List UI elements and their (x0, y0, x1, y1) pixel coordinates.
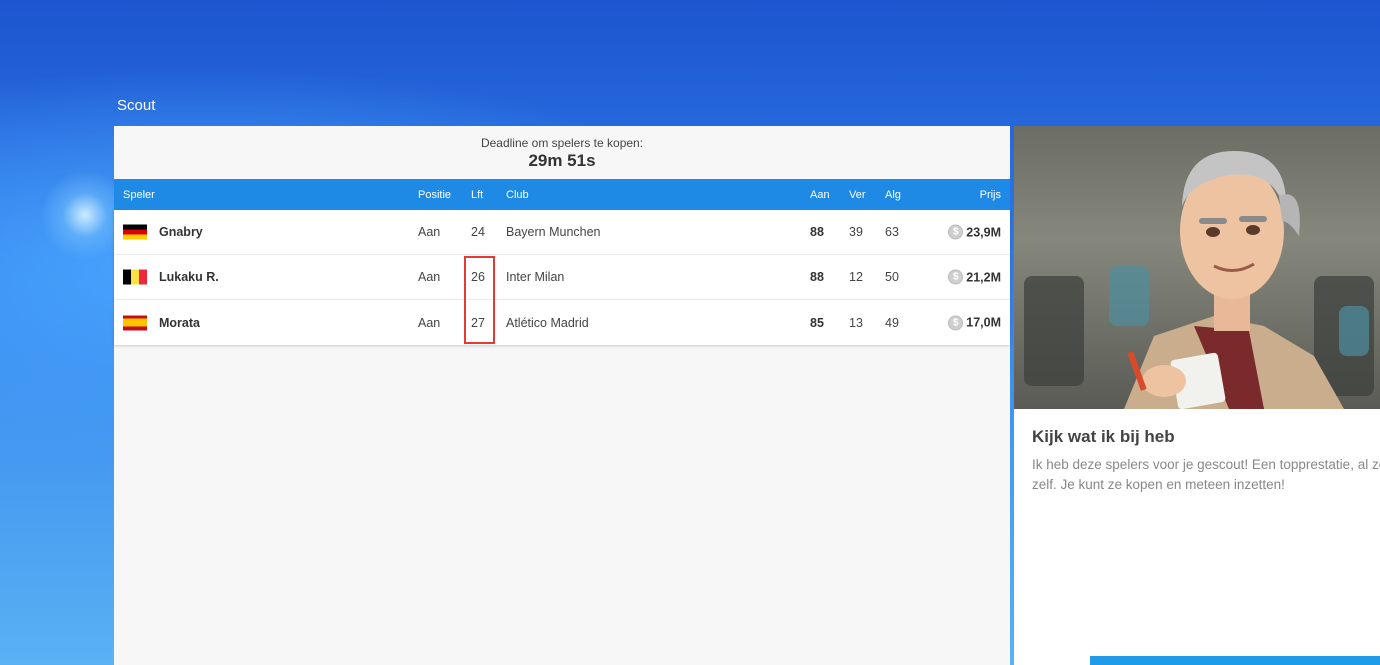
player-defense: 12 (849, 270, 863, 284)
player-age: 24 (471, 225, 485, 239)
table-row[interactable]: Gnabry Aan 24 Bayern Munchen 88 39 63 $ … (114, 210, 1010, 255)
card-text-line-1: Ik heb deze spelers voor je gescout! Een… (1032, 457, 1380, 472)
scout-table-panel: Deadline om spelers te kopen: 29m 51s Sp… (114, 126, 1010, 665)
header-position[interactable]: Positie (418, 189, 451, 201)
player-club: Bayern Munchen (506, 225, 601, 239)
header-overall[interactable]: Alg (885, 189, 901, 201)
player-age: 27 (471, 315, 485, 330)
player-position: Aan (418, 315, 441, 330)
deadline-timer: 29m 51s (528, 151, 596, 170)
coin-icon: $ (948, 315, 964, 330)
player-name[interactable]: Morata (159, 316, 200, 330)
header-attack[interactable]: Aan (810, 189, 830, 201)
header-price[interactable]: Prijs (980, 189, 1001, 201)
price-value: 17,0M (966, 315, 1001, 330)
flag-spain-icon (123, 315, 147, 330)
player-club: Inter Milan (506, 270, 565, 284)
flag-belgium-icon (123, 269, 147, 285)
table-body: Gnabry Aan 24 Bayern Munchen 88 39 63 $ … (114, 210, 1010, 345)
scout-card: Kijk wat ik bij heb Ik heb deze spelers … (1014, 126, 1380, 665)
deadline-label: Deadline om spelers te kopen: (480, 136, 644, 150)
price-value: 21,2M (966, 270, 1001, 284)
player-overall: 50 (885, 270, 899, 284)
player-name[interactable]: Gnabry (159, 225, 203, 239)
scout-figure-illustration (1124, 151, 1344, 409)
table-header: Speler Positie Lft Club Aan Ver Alg Prij… (114, 179, 1010, 210)
player-attack: 88 (810, 225, 824, 239)
player-defense: 39 (849, 225, 863, 239)
player-name[interactable]: Lukaku R. (159, 270, 219, 284)
deadline-banner: Deadline om spelers te kopen: 29m 51s (114, 126, 1010, 179)
player-defense: 13 (849, 315, 863, 330)
player-attack: 88 (810, 270, 824, 284)
header-club[interactable]: Club (506, 189, 529, 201)
header-player[interactable]: Speler (123, 189, 155, 201)
scout-character-image (1014, 126, 1380, 409)
player-attack: 85 (810, 315, 824, 330)
header-defense[interactable]: Ver (849, 189, 866, 201)
player-position: Aan (418, 225, 441, 239)
table-row[interactable]: Morata Aan 27 Atlético Madrid 85 13 49 $… (114, 300, 1010, 345)
header-age[interactable]: Lft (471, 189, 483, 201)
player-position: Aan (418, 270, 441, 284)
section-title: Scout (117, 97, 156, 114)
player-overall: 63 (885, 225, 899, 239)
price-value: 23,9M (966, 225, 1001, 239)
flag-germany-icon (123, 224, 147, 240)
player-overall: 49 (885, 315, 899, 330)
table-row[interactable]: Lukaku R. Aan 26 Inter Milan 88 12 50 $ … (114, 255, 1010, 300)
player-club: Atlético Madrid (506, 315, 589, 330)
player-price[interactable]: $ 23,9M (948, 224, 1001, 240)
player-price[interactable]: $ 21,2M (948, 269, 1001, 285)
player-price[interactable]: $ 17,0M (948, 315, 1001, 330)
action-button[interactable] (1090, 656, 1380, 665)
card-title: Kijk wat ik bij heb (1032, 427, 1175, 446)
card-text-line-2: zelf. Je kunt ze kopen en meteen inzette… (1032, 477, 1285, 492)
player-age: 26 (471, 270, 485, 284)
coin-icon: $ (948, 224, 964, 240)
coin-icon: $ (948, 269, 964, 285)
